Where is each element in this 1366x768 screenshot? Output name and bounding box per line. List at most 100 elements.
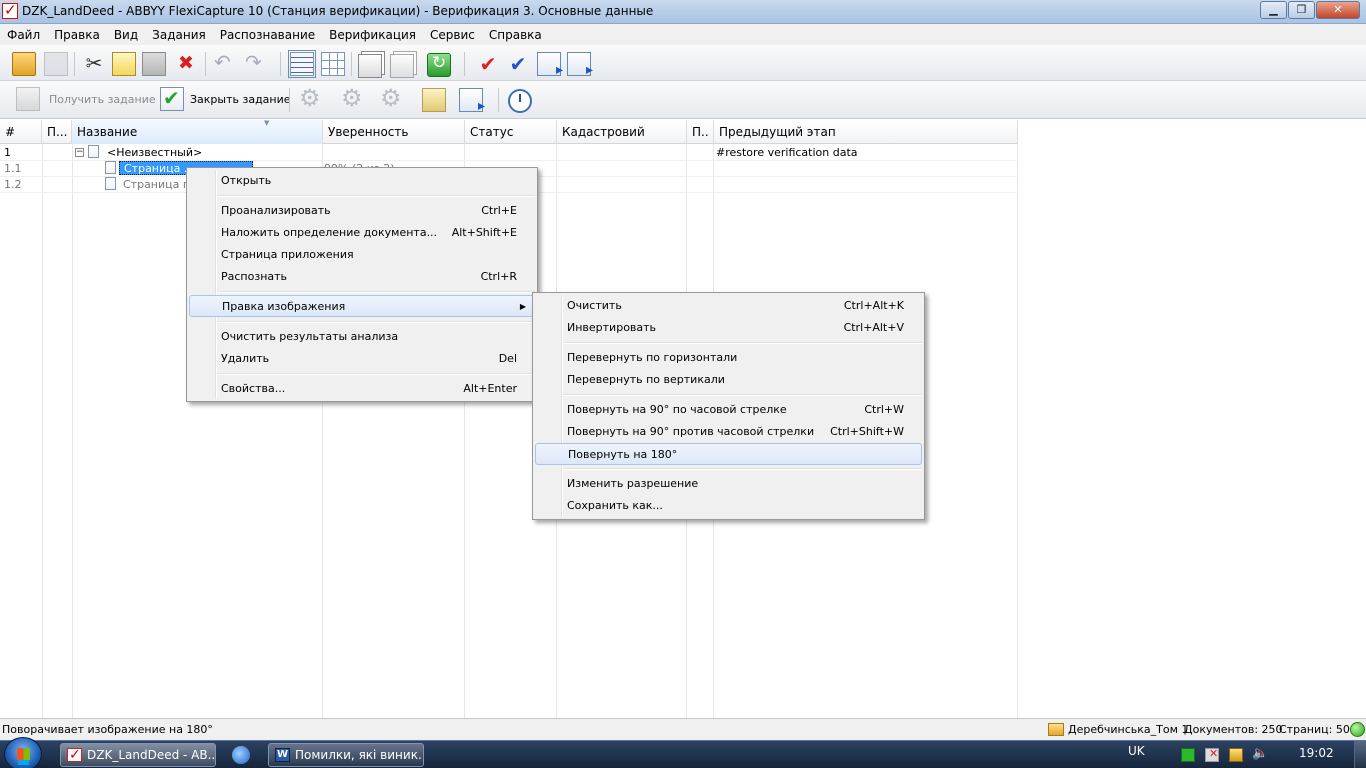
paste-icon[interactable]	[142, 52, 166, 76]
action-center-icon[interactable]	[1205, 747, 1219, 762]
clock[interactable]: 19:02	[1299, 746, 1334, 760]
show-desktop-button[interactable]	[1354, 741, 1366, 768]
menu-help[interactable]: Справка	[482, 28, 549, 42]
taskbar-button-word[interactable]: W Помилки, які виник...	[268, 743, 424, 767]
batch-gear-icon[interactable]	[340, 84, 364, 112]
document-set-icon	[88, 145, 99, 158]
grid-line	[72, 144, 73, 718]
get-task-icon[interactable]	[16, 87, 40, 111]
column-header-prev-stage[interactable]: Предыдущий этап	[714, 120, 1018, 144]
volume-muted-icon[interactable]: 🔈	[1252, 746, 1268, 761]
verify-icon[interactable]	[476, 52, 500, 76]
menu-file[interactable]: Файл	[0, 28, 47, 42]
submenu-item-rotate-cw[interactable]: Повернуть на 90° по часовой стрелке Ctrl…	[535, 399, 922, 421]
abbyy-app-icon[interactable]	[2, 1, 18, 19]
menu-item-recognize[interactable]: Распознать Ctrl+R	[189, 266, 535, 288]
menu-verification[interactable]: Верификация	[322, 28, 423, 42]
grid-header: # П... ▼ Название Уверенность Статус Кад…	[0, 120, 1018, 144]
column-header-number[interactable]: #	[0, 120, 42, 144]
menu-separator	[217, 321, 535, 323]
submenu-item-flip-vertical[interactable]: Перевернуть по вертикали	[535, 369, 922, 391]
open-batch-icon[interactable]	[12, 52, 36, 76]
column-header-name[interactable]: ▼ Название	[72, 120, 323, 144]
redo-icon[interactable]	[242, 50, 266, 76]
close-task-icon[interactable]	[160, 86, 184, 111]
get-task-button[interactable]: Получить задание	[49, 93, 156, 106]
minimize-button[interactable]: ▁	[1260, 1, 1287, 19]
list-view-icon[interactable]	[288, 50, 316, 78]
maximize-button[interactable]: ❐	[1288, 1, 1315, 19]
toolbar-separator	[351, 52, 352, 76]
undo-icon[interactable]	[211, 50, 235, 76]
column-header-flag[interactable]: П...	[42, 120, 72, 144]
menu-tools[interactable]: Сервис	[423, 28, 482, 42]
thumbnail-view-icon[interactable]	[321, 52, 345, 76]
menu-item-image-edit[interactable]: Правка изображения ▶	[189, 295, 535, 317]
row-name[interactable]: <Неизвестный>	[107, 146, 202, 159]
menu-bar: Файл Правка Вид Задания Распознавание Ве…	[0, 24, 1366, 45]
menu-separator	[217, 291, 535, 293]
submenu-item-save-as[interactable]: Сохранить как...	[535, 495, 922, 517]
export-doc-icon[interactable]	[537, 52, 563, 78]
send-icon[interactable]	[459, 88, 485, 114]
menu-item-delete[interactable]: Удалить Del	[189, 348, 535, 370]
menu-item-apply-definition[interactable]: Наложить определение документа... Alt+Sh…	[189, 222, 535, 244]
verify-all-icon[interactable]	[506, 52, 530, 76]
internet-explorer-icon[interactable]	[232, 746, 250, 764]
taskbar-button-abbyy[interactable]: DZK_LandDeed - AB...	[60, 743, 216, 767]
menu-item-label: Сохранить как...	[567, 499, 663, 512]
close-button[interactable]: ✕	[1316, 1, 1360, 19]
menu-view[interactable]: Вид	[107, 28, 145, 42]
tray-app-icon[interactable]	[1181, 748, 1195, 762]
column-header-confidence[interactable]: Уверенность	[323, 120, 465, 144]
menu-separator	[217, 195, 535, 197]
sort-arrow-icon: ▼	[264, 120, 270, 127]
network-icon[interactable]	[1229, 748, 1243, 762]
settings-gear-icon[interactable]	[298, 84, 322, 112]
toolbar-separator	[280, 52, 281, 76]
toolbar-separator	[289, 88, 290, 112]
language-indicator[interactable]: UK	[1128, 744, 1145, 758]
row-name[interactable]: Страница п	[123, 178, 190, 191]
batch-folder-icon	[1048, 723, 1064, 736]
timer-icon[interactable]	[508, 89, 532, 113]
menu-tasks[interactable]: Задания	[145, 28, 213, 42]
column-header-cadastral[interactable]: Кадастровий	[557, 120, 687, 144]
cut-icon[interactable]	[82, 51, 106, 76]
close-task-button[interactable]: Закрыть задание	[190, 93, 291, 106]
submenu-item-change-resolution[interactable]: Изменить разрешение	[535, 473, 922, 495]
menu-item-annex-page[interactable]: Страница приложения	[189, 244, 535, 266]
menu-item-properties[interactable]: Свойства... Alt+Enter	[189, 378, 535, 400]
column-header-p[interactable]: П..	[687, 120, 714, 144]
recognize-icon[interactable]	[379, 84, 403, 112]
import-doc-icon[interactable]	[567, 52, 593, 78]
submenu-item-rotate-180[interactable]: Повернуть на 180°	[535, 443, 922, 465]
menu-item-label: Наложить определение документа...	[221, 226, 438, 239]
main-toolbar	[0, 45, 1366, 81]
copy-icon[interactable]	[112, 52, 136, 76]
menu-recognition[interactable]: Распознавание	[213, 28, 322, 42]
menu-item-open[interactable]: Открыть	[189, 170, 535, 192]
submenu-item-invert[interactable]: Инвертировать Ctrl+Alt+V	[535, 317, 922, 339]
save-icon[interactable]	[44, 52, 68, 76]
pages-icon[interactable]	[358, 54, 382, 78]
status-documents: Документов: 250	[1184, 723, 1283, 736]
menu-item-label: Удалить	[221, 352, 270, 365]
collapse-icon[interactable]: −	[75, 148, 84, 157]
submenu-item-flip-horizontal[interactable]: Перевернуть по горизонтали	[535, 347, 922, 369]
menu-item-analyze[interactable]: Проанализировать Ctrl+E	[189, 200, 535, 222]
refresh-icon[interactable]	[427, 53, 451, 77]
menu-item-label: Повернуть на 90° против часовой стрелки	[567, 425, 815, 438]
lock-icon[interactable]	[422, 88, 446, 112]
menu-edit[interactable]: Правка	[47, 28, 107, 42]
delete-icon[interactable]	[174, 52, 198, 76]
start-button[interactable]	[4, 737, 42, 768]
submenu-arrow-icon: ▶	[519, 302, 526, 311]
column-header-status[interactable]: Статус	[465, 120, 557, 144]
taskbar: DZK_LandDeed - AB... W Помилки, які вини…	[0, 737, 1366, 768]
menu-item-clear-analysis[interactable]: Очистить результаты анализа	[189, 326, 535, 348]
connection-status-icon	[1350, 722, 1365, 737]
submenu-item-clean[interactable]: Очистить Ctrl+Alt+K	[535, 295, 922, 317]
submenu-item-rotate-ccw[interactable]: Повернуть на 90° против часовой стрелки …	[535, 421, 922, 443]
print-pages-icon[interactable]	[390, 54, 414, 78]
